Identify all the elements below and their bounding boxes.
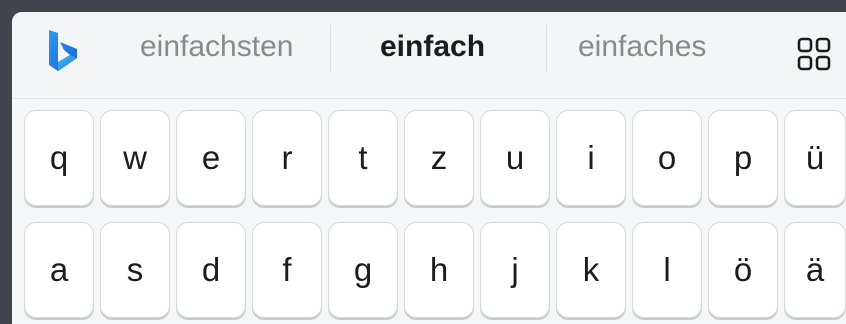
suggestion-divider [330, 25, 331, 73]
key-d[interactable]: d [176, 222, 246, 318]
key-f[interactable]: f [252, 222, 322, 318]
suggestion-middle[interactable]: einfach [380, 12, 485, 98]
key-u[interactable]: u [480, 110, 550, 206]
key-o[interactable]: o [632, 110, 702, 206]
grid-icon[interactable] [796, 36, 832, 72]
suggestion-bar: einfachsten einfach einfaches [12, 12, 846, 99]
key-j[interactable]: j [480, 222, 550, 318]
key-k[interactable]: k [556, 222, 626, 318]
key-z[interactable]: z [404, 110, 474, 206]
key-s[interactable]: s [100, 222, 170, 318]
bing-logo-icon[interactable] [46, 28, 80, 74]
key-l[interactable]: l [632, 222, 702, 318]
key-t[interactable]: t [328, 110, 398, 206]
key-g[interactable]: g [328, 222, 398, 318]
key-a-umlaut[interactable]: ä [784, 222, 846, 318]
suggestion-divider [546, 25, 547, 73]
key-q[interactable]: q [24, 110, 94, 206]
suggestion-right[interactable]: einfaches [578, 12, 706, 98]
keyboard-keys: q w e r t z u i o p ü a s d f g h j k l … [12, 98, 846, 324]
suggestion-left[interactable]: einfachsten [140, 12, 293, 98]
key-h[interactable]: h [404, 222, 474, 318]
key-u-umlaut[interactable]: ü [784, 110, 846, 206]
key-p[interactable]: p [708, 110, 778, 206]
key-i[interactable]: i [556, 110, 626, 206]
key-o-umlaut[interactable]: ö [708, 222, 778, 318]
key-a[interactable]: a [24, 222, 94, 318]
key-e[interactable]: e [176, 110, 246, 206]
key-w[interactable]: w [100, 110, 170, 206]
key-r[interactable]: r [252, 110, 322, 206]
keyboard-panel: einfachsten einfach einfaches q w e r t … [12, 12, 846, 324]
